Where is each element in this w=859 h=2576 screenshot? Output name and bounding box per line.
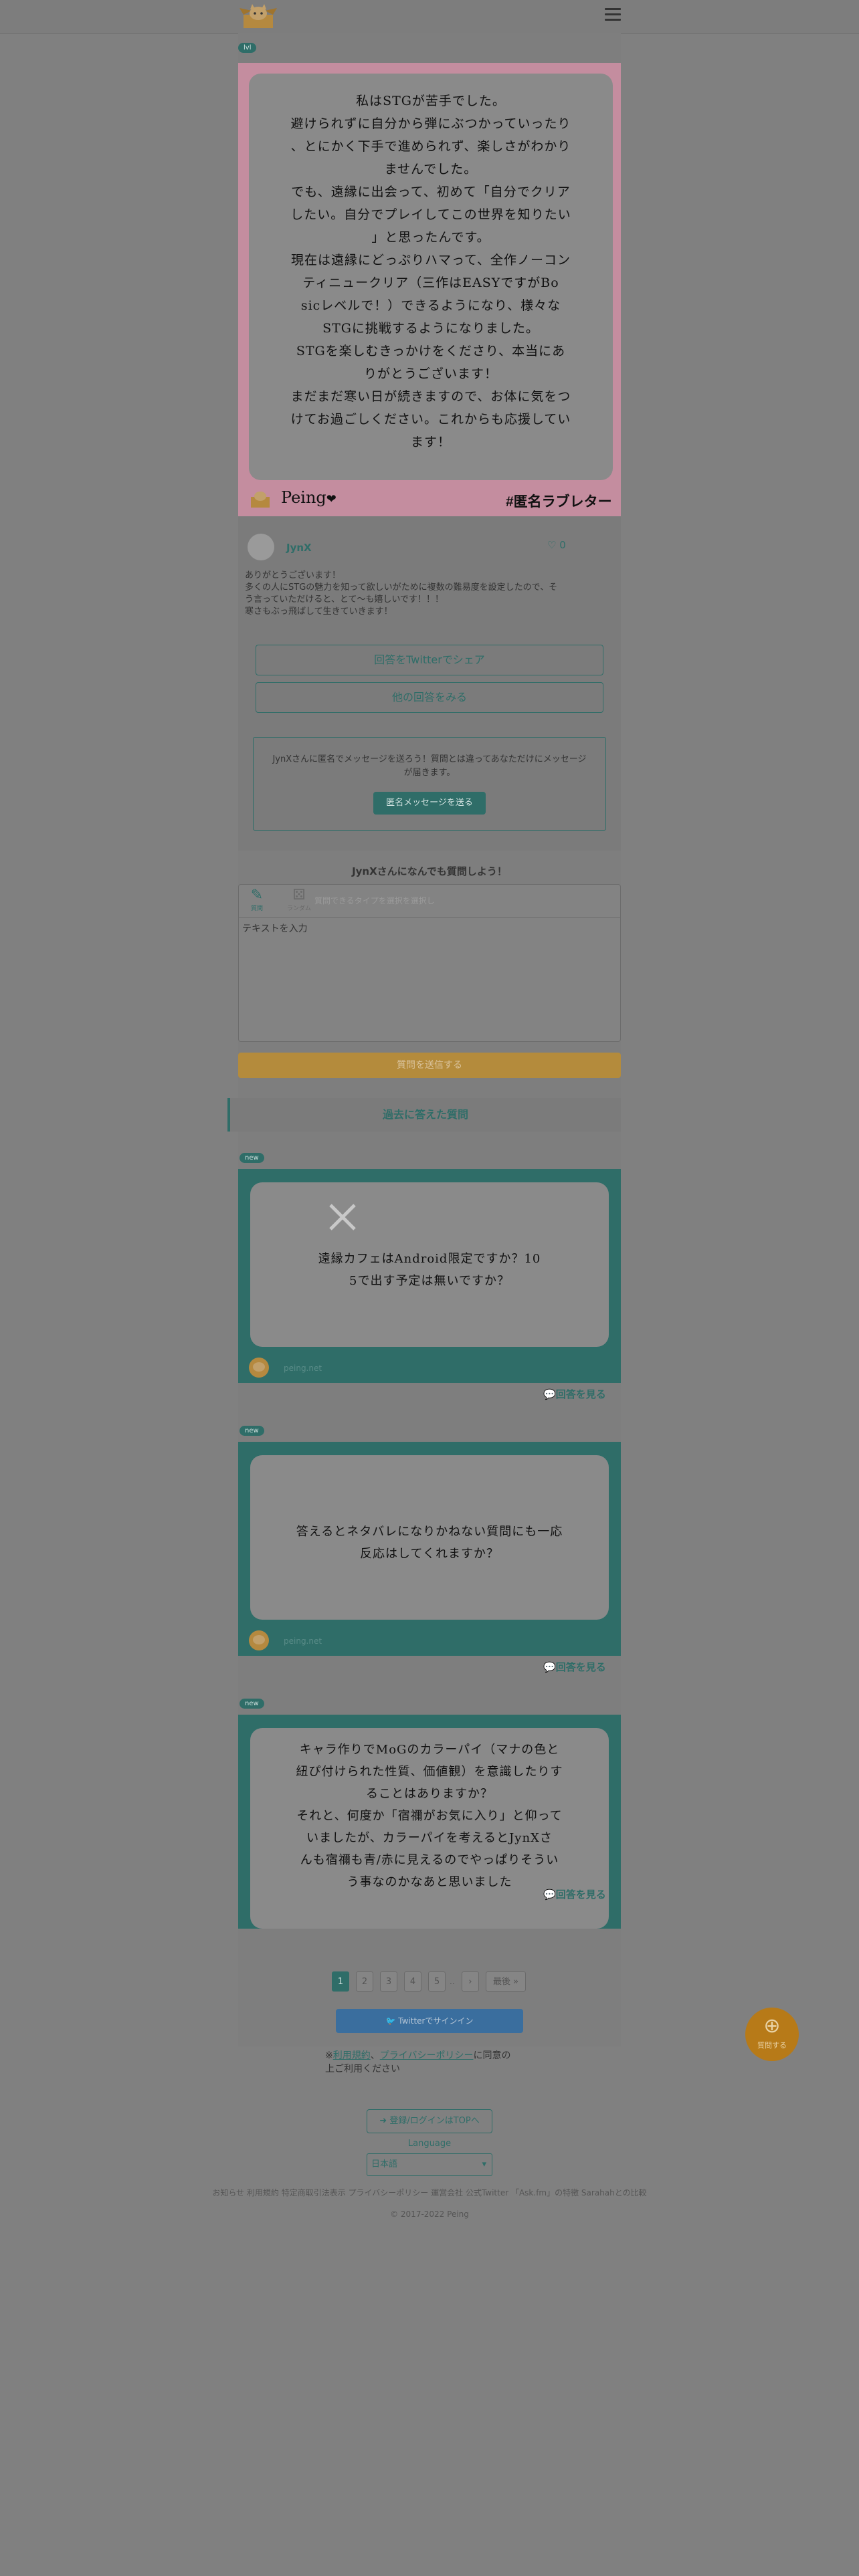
comment-icon: 💬 [543,1889,556,1901]
question-tag: new [240,1426,264,1436]
answer-username[interactable]: JynX [286,542,312,554]
text-line: りがとうございます！ [363,366,498,381]
text-line: まだまだ寒い日が続きますので、お体に気をつ [290,389,571,404]
hamburger-menu-icon[interactable] [605,8,621,23]
text-line: けてお過ごしください。これからも応援してい [290,412,571,427]
page-5[interactable]: 5 [428,1971,446,1992]
twitter-icon: 🐦 [385,2016,399,2026]
peing-footer: peing.net [284,1636,322,1646]
text-line: STGを楽しむきっかけをくださり、本当にあ [296,344,566,358]
privacy-link[interactable]: プライバシーポリシー [380,2050,474,2061]
question-tag: new [240,1153,264,1163]
send-message-button[interactable]: 匿名メッセージを送る [373,792,486,815]
text-line: ます！ [410,435,451,449]
copyright: © 2017-2022 Peing [390,2210,469,2219]
text-line: でも、遠縁に出会って、初めて「自分でクリア [291,185,571,199]
share-twitter-button[interactable]: 回答をTwitterでシェア [256,645,603,675]
page-4[interactable]: 4 [404,1971,421,1992]
comment-icon: 💬 [543,1661,556,1673]
peing-footer: peing.net [284,1364,322,1373]
peing-brand: Peing❤ [281,488,337,507]
submit-question-button[interactable]: 質問を送信する [238,1053,621,1078]
peing-cat-icon [249,1630,269,1650]
text-line: ることはありますか？ [366,1787,493,1801]
signin-icon: ➜ [379,2116,390,2126]
text-line: ティニュークリア（三作はEASYですがBo [302,276,559,290]
language-select[interactable]: 日本語 ▾ [367,2153,492,2176]
text-line: したい。自分でプレイしてこの世界を知りたい [290,207,571,222]
ask-title: JynXさんになんでも質問しよう！ [352,865,507,877]
question-tag: new [240,1699,264,1709]
question-text: 私はSTGが苦手でした。避けられずに自分から弾にぶつかっていったり 、とにかく下手… [264,90,598,453]
question-type-select[interactable]: 質問できるタイプを選択を選択し [314,895,435,906]
ask-fab-button[interactable]: ⊕ 質問する [745,2008,799,2061]
text-line: 私はSTGが苦手でした。 [356,94,506,108]
top-header [0,0,859,34]
close-icon[interactable] [328,1202,357,1232]
terms-link[interactable]: 利用規約 [333,2050,371,2061]
login-top-button[interactable]: ➜ 登録/ログインはTOPへ [367,2109,492,2133]
plus-bubble-icon: ⊕ [763,2014,781,2038]
pencil-icon: ✎ [250,887,264,903]
see-answer-link[interactable]: 💬回答を見る [543,1387,606,1401]
message-description: JynXさんに匿名でメッセージを送ろう！質問とは違ってあなただけにメッセージが届… [272,754,587,778]
tab-random[interactable]: ⚄ ランダム [282,887,316,912]
like-button[interactable]: ♡ 0 [547,539,566,551]
heart-icon: ♡ [547,539,557,551]
past-questions-title: 過去に答えた質問 [227,1098,621,1132]
past-question-text: 遠縁カフェはAndroid限定ですか？10 5で出す予定は無いですか？ [318,1252,541,1288]
question-textarea[interactable]: テキストを入力 [242,922,617,1035]
text-line: 避けられずに自分から弾にぶつかっていったり [290,116,571,131]
peing-cat-icon [249,1358,269,1378]
pagination-ellipsis: .. [450,1977,455,1986]
text-line: いましたが、カラーパイを考えるとJynXさ [306,1831,553,1845]
tab-question[interactable]: ✎ 質問 [245,887,269,912]
page-1[interactable]: 1 [332,1971,349,1992]
like-count: 0 [559,539,566,551]
past-question-text: キャラ作りでMoGのカラーパイ（マナの色と 紐ぴ付けられた性質、価値観）を意識した… [261,1739,598,1893]
terms-notice: ※利用規約、プライバシーポリシーに同意の 上ご利用ください [325,2050,511,2074]
comment-icon: 💬 [543,1388,556,1400]
past-question-text: 答えるとネタバレになりかねない質問にも一応 反応はしてくれますか？ [296,1525,563,1561]
cat-box-logo-icon[interactable] [240,3,277,29]
answer-text: ありがとうございます！ 多くの人にSTGの魅力を知って欲しいがために複数の難易度を… [245,570,558,617]
hashtag-label: #匿名ラブレター [506,494,612,510]
text-line: 紐ぴ付けられた性質、価値観）を意識したりす [296,1765,563,1779]
page-3[interactable]: 3 [380,1971,397,1992]
last-page-button[interactable]: 最後 » [486,1971,526,1992]
footer-nav[interactable]: お知らせ 利用規約 特定商取引法表示 プライバシーポリシー 運営会社 公式Twi… [154,2187,705,2198]
text-line: んも宿禰も青/赤に見えるのでやっぱりそうい [300,1853,559,1867]
page-2[interactable]: 2 [356,1971,373,1992]
question-tag: lvl [238,43,257,53]
twitter-signin-button[interactable]: 🐦 Twitterでサインイン [336,2009,523,2033]
language-label: Language [407,2139,452,2149]
chevron-down-icon: ▾ [482,2159,486,2169]
text-line: STGに挑戦するようになりました。 [322,321,539,336]
avatar[interactable] [248,534,274,560]
peing-cat-icon [251,492,270,508]
dice-icon: ⚄ [292,887,306,903]
text-line: 、とにかく下手で進められず、楽しさがわかり [290,139,571,154]
text-line: 」と思ったんです。 [371,230,490,245]
text-line: 現在は遠縁にどっぷりハマって、全作ノーコン [290,253,571,267]
see-answer-link[interactable]: 💬回答を見る [543,1660,606,1674]
message-box [253,737,606,831]
next-page-button[interactable]: › [462,1971,479,1992]
see-answer-link[interactable]: 💬回答を見る [543,1887,606,1901]
text-line: キャラ作りでMoGのカラーパイ（マナの色と [299,1743,560,1757]
text-line: ませんでした。 [384,162,478,177]
text-line: それと、何度か「宿禰がお気に入り」と仰って [296,1809,563,1823]
text-line: sicレベルで！）できるようになり、様々な [300,298,561,313]
other-answers-button[interactable]: 他の回答をみる [256,682,603,713]
